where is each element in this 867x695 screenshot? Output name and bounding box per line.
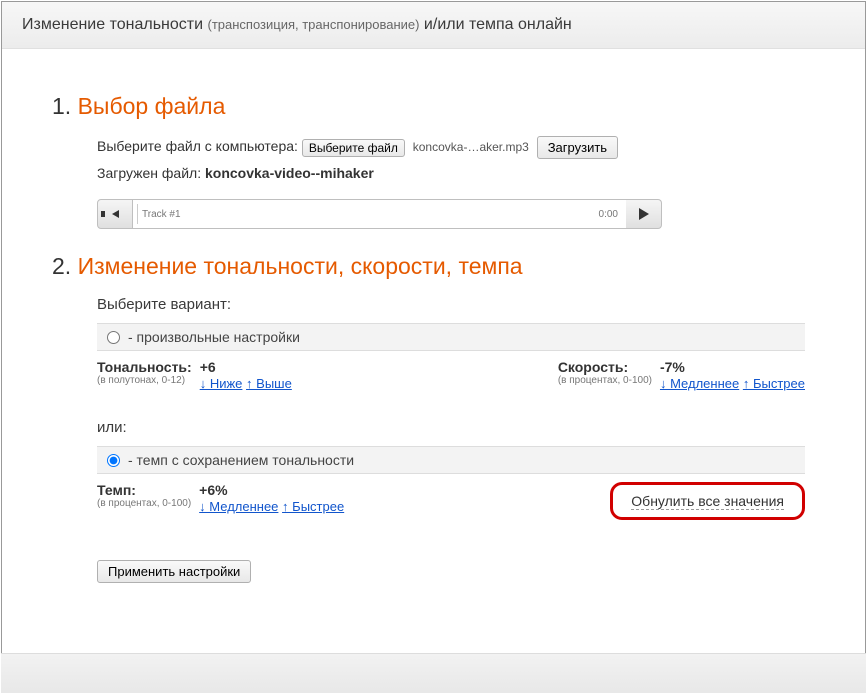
header-title-1: Изменение тональности: [22, 16, 207, 33]
pitch-lower-link[interactable]: ↓ Ниже: [200, 376, 243, 391]
upload-button[interactable]: Загрузить: [537, 136, 618, 159]
section-2-text: Изменение тональности, скорости, темпа: [78, 253, 523, 279]
speed-control: Скорость: (в процентах, 0-100) -7% ↓ Мед…: [558, 359, 805, 391]
footer-bar: [1, 653, 866, 693]
audio-player: Track #1 0:00: [97, 199, 662, 229]
speaker-icon: [112, 210, 119, 218]
radio-tempo[interactable]: [107, 454, 120, 467]
speed-faster-link[interactable]: ↑ Быстрее: [743, 376, 805, 391]
reset-highlight: Обнулить все значения: [610, 482, 805, 520]
page-header: Изменение тональности (транспозиция, тра…: [2, 2, 865, 49]
tempo-slower-link[interactable]: ↓ Медленнее: [199, 499, 278, 514]
option-custom-row[interactable]: - произвольные настройки: [97, 323, 805, 351]
player-track[interactable]: Track #1 0:00: [133, 199, 626, 229]
variant-label: Выберите вариант:: [97, 296, 805, 313]
reset-link[interactable]: Обнулить все значения: [631, 493, 784, 510]
file-select-label: Выберите файл с компьютера:: [97, 138, 302, 154]
header-paren: (транспозиция, транспонирование): [207, 17, 419, 32]
tempo-value: +6%: [199, 482, 344, 498]
track-time: 0:00: [599, 209, 618, 220]
pitch-higher-link[interactable]: ↑ Выше: [246, 376, 292, 391]
section-2-title: 2. Изменение тональности, скорости, темп…: [52, 253, 805, 280]
loaded-filename: koncovka-video--mihaker: [205, 165, 374, 181]
option-custom-label: - произвольные настройки: [128, 329, 300, 345]
speed-value: -7%: [660, 359, 805, 375]
tempo-faster-link[interactable]: ↑ Быстрее: [282, 499, 344, 514]
or-label: или:: [97, 419, 805, 436]
chosen-filename: koncovka-…aker.mp3: [413, 140, 529, 154]
section-2-number: 2.: [52, 253, 78, 279]
tempo-sublabel: (в процентах, 0-100): [97, 498, 191, 509]
track-label: Track #1: [142, 209, 181, 220]
section-1-text: Выбор файла: [78, 93, 226, 119]
option-tempo-label: - темп с сохранением тональности: [128, 452, 354, 468]
loaded-file-label: Загружен файл:: [97, 165, 205, 181]
track-divider: [137, 204, 138, 224]
tempo-label: Темп:: [97, 482, 191, 498]
play-button[interactable]: [626, 199, 662, 229]
track-progress-line: [193, 214, 576, 215]
tempo-control: Темп: (в процентах, 0-100) +6% ↓ Медленн…: [97, 482, 344, 520]
speed-slower-link[interactable]: ↓ Медленнее: [660, 376, 739, 391]
volume-button[interactable]: [97, 199, 133, 229]
apply-button[interactable]: Применить настройки: [97, 560, 251, 583]
radio-custom[interactable]: [107, 331, 120, 344]
header-title-2: и/или темпа онлайн: [419, 16, 571, 33]
pitch-label: Тональность:: [97, 359, 192, 375]
speed-sublabel: (в процентах, 0-100): [558, 375, 652, 386]
choose-file-button[interactable]: Выберите файл: [302, 139, 405, 157]
pitch-sublabel: (в полутонах, 0-12): [97, 375, 192, 386]
pitch-value: +6: [200, 359, 292, 375]
pitch-control: Тональность: (в полутонах, 0-12) +6 ↓ Ни…: [97, 359, 292, 391]
option-tempo-row[interactable]: - темп с сохранением тональности: [97, 446, 805, 474]
section-1-title: 1. Выбор файла: [52, 93, 805, 120]
play-icon: [639, 208, 649, 220]
section-1-number: 1.: [52, 93, 78, 119]
speed-label: Скорость:: [558, 359, 652, 375]
